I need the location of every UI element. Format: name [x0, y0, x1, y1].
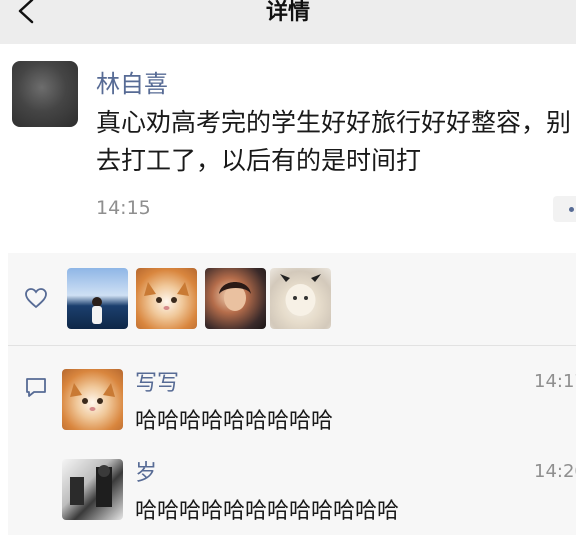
comment-text: 哈哈哈哈哈哈哈哈哈哈哈哈 [135, 499, 400, 524]
photo-icon [70, 465, 112, 507]
portrait-icon [219, 282, 251, 311]
comment-icon [26, 378, 46, 397]
comment-time: 14:17 [534, 371, 576, 392]
more-button[interactable] [553, 196, 576, 222]
heart-icon [25, 288, 47, 309]
cat-face-icon [70, 383, 115, 411]
like-avatar-cartoon[interactable] [270, 268, 331, 329]
page-title: 详情 [265, 0, 310, 25]
divider [8, 345, 576, 346]
comment-text: 哈哈哈哈哈哈哈哈哈 [135, 409, 334, 434]
like-avatar-sea-person[interactable] [67, 268, 128, 329]
interaction-panel: 写写 14:17 哈哈哈哈哈哈哈哈哈 岁 14:20 哈哈哈哈哈哈哈哈哈哈哈哈 [8, 253, 576, 535]
top-bar: 详情 [0, 0, 576, 44]
comment-item[interactable]: 写写 14:17 哈哈哈哈哈哈哈哈哈 [62, 365, 576, 437]
more-dots-icon [569, 207, 574, 212]
like-avatar-girl[interactable] [205, 268, 266, 329]
post-text: 真心劝高考完的学生好好旅行好好整容，别去打工了，以后有的是时间打 [96, 108, 572, 175]
post-author-name[interactable]: 林自喜 [96, 64, 168, 99]
likes-row [8, 253, 576, 345]
comment-author[interactable]: 写写 [135, 365, 179, 397]
comment-item[interactable]: 岁 14:20 哈哈哈哈哈哈哈哈哈哈哈哈 [62, 455, 576, 527]
like-avatar-cat[interactable] [136, 268, 197, 329]
cartoon-icon [280, 274, 321, 316]
comment-avatar[interactable] [62, 459, 123, 520]
comment-avatar[interactable] [62, 369, 123, 430]
person-silhouette-icon [92, 297, 102, 324]
cat-face-icon [144, 282, 189, 310]
comment-time: 14:20 [534, 461, 576, 482]
post-author-avatar[interactable] [12, 61, 78, 127]
comment-author[interactable]: 岁 [135, 455, 157, 487]
post-time: 14:15 [96, 197, 151, 219]
